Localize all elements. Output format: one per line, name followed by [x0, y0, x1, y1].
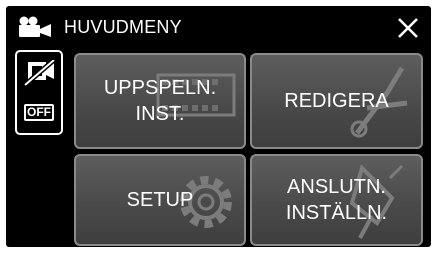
header-bar: HUVUDMENY	[6, 6, 431, 44]
close-icon[interactable]	[396, 16, 420, 40]
edit-button[interactable]: REDIGERA	[250, 53, 423, 149]
playback-settings-label: UPPSPELN. INST.	[103, 77, 217, 125]
video-camera-icon	[18, 16, 52, 43]
camera-off-icon	[23, 58, 56, 95]
connection-settings-button[interactable]: ANSLUTN. INSTÄLLN.	[250, 154, 423, 246]
playback-settings-button[interactable]: UPPSPELN. INST.	[74, 53, 246, 149]
connection-settings-label: ANSLUTN. INSTÄLLN.	[285, 176, 388, 224]
page-title: HUVUDMENY	[64, 17, 182, 37]
camera-off-button[interactable]: OFF	[15, 50, 63, 135]
setup-label: SETUP	[126, 189, 194, 211]
edit-label: REDIGERA	[284, 90, 389, 112]
off-badge: OFF	[24, 104, 54, 121]
setup-button[interactable]: SETUP	[74, 154, 246, 246]
menu-screen: HUVUDMENY OFF UPPSPELN. INST. REDIGERA S…	[6, 6, 431, 247]
